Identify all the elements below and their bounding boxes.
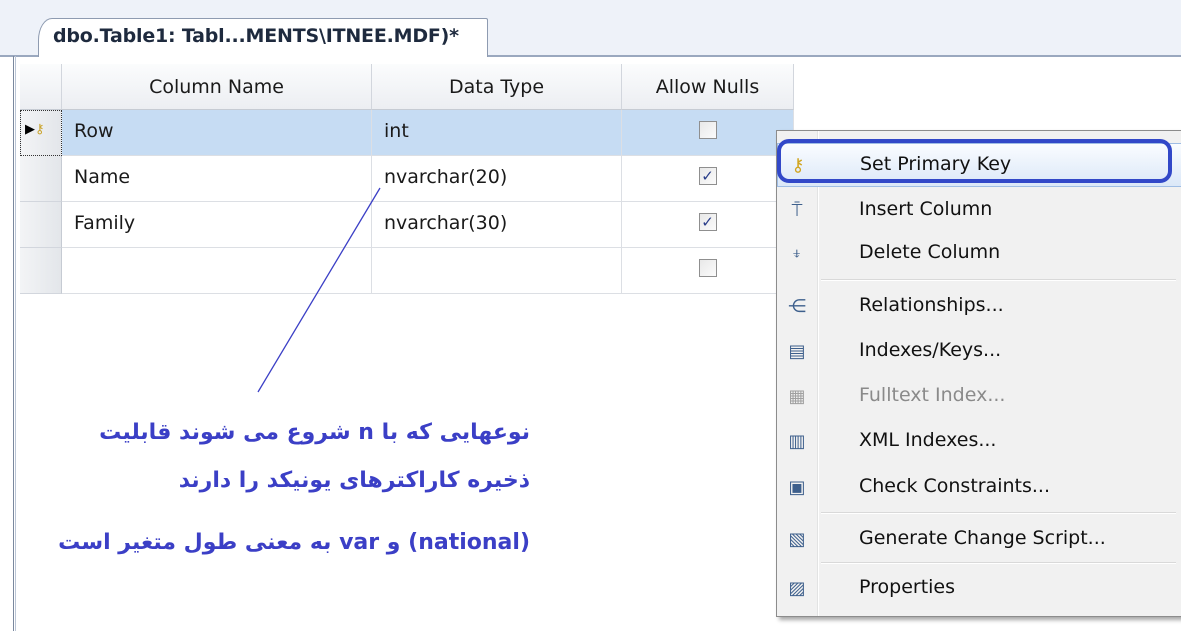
menu-item-label: Delete Column	[859, 241, 1001, 263]
menu-item-insert-column[interactable]: ⍑ Insert Column	[777, 189, 1181, 233]
menu-item-label: Properties	[859, 576, 956, 598]
fulltext-index-icon: ▦	[788, 386, 806, 407]
data-type-header[interactable]: Data Type	[372, 64, 622, 110]
column-name-cell[interactable]: Family	[62, 202, 372, 248]
menu-item-label: Fulltext Index...	[859, 384, 1006, 406]
document-tab[interactable]: dbo.Table1: Tabl...MENTS\ITNEE.MDF)*	[38, 18, 488, 57]
primary-key-current-row-icon: ▶⚷	[25, 122, 45, 137]
menu-item-generate-change-script[interactable]: ▧ Generate Change Script...	[777, 518, 1181, 562]
allow-nulls-cell: ✓	[622, 202, 794, 248]
allow-nulls-cell	[622, 110, 794, 156]
data-type-cell[interactable]: nvarchar(20)	[372, 156, 622, 202]
menu-item-delete-column[interactable]: ⍖ Delete Column	[777, 232, 1181, 276]
menu-item-relationships[interactable]: ⋲ Relationships...	[777, 285, 1181, 329]
menu-item-label: Indexes/Keys...	[859, 339, 1002, 361]
row-selector[interactable]	[20, 156, 62, 202]
row-selector[interactable]	[20, 202, 62, 248]
menu-item-label: Generate Change Script...	[859, 527, 1106, 549]
menu-item-fulltext-index[interactable]: ▦ Fulltext Index...	[777, 375, 1181, 419]
allow-nulls-header[interactable]: Allow Nulls	[622, 64, 794, 110]
grid-corner-header	[20, 64, 62, 110]
allow-nulls-checkbox[interactable]: ✓	[698, 167, 717, 185]
data-type-cell[interactable]: nvarchar(30)	[372, 202, 622, 248]
menu-separator	[821, 512, 1176, 513]
document-tab-title: dbo.Table1: Tabl...MENTS\ITNEE.MDF)*	[53, 25, 459, 47]
column-name-cell[interactable]: Name	[62, 156, 372, 202]
column-name-cell[interactable]: Row	[62, 110, 372, 156]
indexes-keys-icon: ▤	[788, 341, 806, 362]
allow-nulls-checkbox[interactable]	[698, 121, 717, 139]
annotation-line-3: (national) و var به معنی طول متغیر است	[58, 530, 530, 555]
annotation-line-2: ذخیره کاراکترهای یونیکد را دارند	[178, 468, 530, 493]
editor-border-inner	[15, 56, 16, 631]
menu-item-properties[interactable]: ▨ Properties	[777, 567, 1181, 611]
allow-nulls-checkbox[interactable]: ✓	[698, 213, 717, 231]
menu-item-label: XML Indexes...	[859, 429, 997, 451]
editor-border	[13, 56, 14, 631]
menu-item-label: Insert Column	[859, 198, 993, 220]
highlight-annotation-outline	[777, 139, 1172, 183]
menu-separator	[821, 562, 1176, 563]
table-row[interactable]: Name nvarchar(20) ✓	[20, 156, 794, 202]
row-selector[interactable]: ▶⚷	[20, 110, 62, 156]
relationships-icon: ⋲	[788, 296, 806, 317]
row-selector[interactable]	[20, 248, 62, 294]
annotation-line-1: نوعهایی که با n شروع می شوند قابلیت	[99, 420, 530, 445]
menu-separator	[821, 279, 1176, 280]
delete-column-icon: ⍖	[791, 243, 803, 264]
data-type-cell[interactable]	[372, 248, 622, 294]
data-type-cell[interactable]: int	[372, 110, 622, 156]
menu-item-label: Relationships...	[859, 294, 1004, 316]
table-row-new[interactable]	[20, 248, 794, 294]
allow-nulls-cell	[622, 248, 794, 294]
table-row[interactable]: ▶⚷ Row int	[20, 110, 794, 156]
menu-item-xml-indexes[interactable]: ▥ XML Indexes...	[777, 420, 1181, 464]
column-name-cell[interactable]	[62, 248, 372, 294]
column-name-header[interactable]: Column Name	[62, 64, 372, 110]
menu-item-check-constraints[interactable]: ▣ Check Constraints...	[777, 466, 1181, 510]
xml-indexes-icon: ▥	[788, 431, 806, 452]
context-menu: ⚷ Set Primary Key ⍑ Insert Column ⍖ Dele…	[776, 130, 1181, 617]
check-constraints-icon: ▣	[788, 477, 806, 498]
properties-icon: ▨	[788, 578, 806, 599]
table-row[interactable]: Family nvarchar(30) ✓	[20, 202, 794, 248]
allow-nulls-checkbox[interactable]	[698, 259, 717, 277]
menu-item-label: Check Constraints...	[859, 475, 1051, 497]
generate-script-icon: ▧	[788, 529, 806, 550]
menu-item-indexes-keys[interactable]: ▤ Indexes/Keys...	[777, 330, 1181, 374]
allow-nulls-cell: ✓	[622, 156, 794, 202]
insert-column-icon: ⍑	[791, 200, 803, 221]
